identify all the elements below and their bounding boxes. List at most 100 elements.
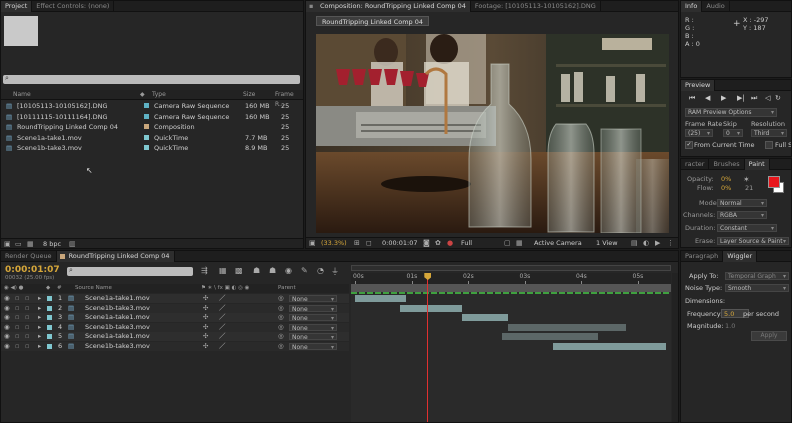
next-frame-icon[interactable]: ▶| <box>737 94 745 102</box>
layer-label-color-icon[interactable] <box>47 305 52 311</box>
loop-icon[interactable]: ↻ <box>775 94 781 102</box>
magnitude-value[interactable]: 1.0 <box>725 322 735 330</box>
snapshot-icon[interactable]: ◙ <box>423 239 430 247</box>
views-dropdown[interactable]: 1 View <box>596 239 618 247</box>
pickwhip-icon[interactable]: ◎ <box>278 332 284 341</box>
solo-icon[interactable]: ▫ <box>25 313 29 322</box>
camera-dropdown[interactable]: Active Camera <box>534 239 582 247</box>
skip-dropdown[interactable]: 0 <box>723 129 743 137</box>
audio-icon[interactable]: ▫ <box>15 304 19 313</box>
channels-dropdown[interactable]: RGBA <box>717 211 767 219</box>
region-icon[interactable]: ▢ <box>504 239 511 247</box>
audio-icon[interactable]: ▫ <box>15 294 19 303</box>
reset-exposure-icon[interactable]: ◐ <box>643 239 649 247</box>
from-current-time-checkbox[interactable]: ✓ <box>685 141 693 149</box>
solo-icon[interactable]: ▫ <box>25 342 29 351</box>
quality-switch-icon[interactable]: ／ <box>219 323 226 332</box>
timeline-search-input[interactable]: ⌕ <box>67 266 193 276</box>
visibility-icon[interactable]: ◉ <box>4 342 10 351</box>
interpret-footage-icon[interactable]: ▣ <box>4 240 11 248</box>
graph-editor-icon[interactable]: ◔ <box>317 266 324 275</box>
parent-dropdown[interactable]: None <box>289 333 337 340</box>
expand-icon[interactable]: ▸ <box>38 332 41 341</box>
layer-row[interactable]: ◉ ▫ ▫ ▸ 3 ▤ Scene1a-take1.mov ✣ ／ ◎ None <box>1 313 349 322</box>
mask-icon[interactable]: ◻ <box>366 239 372 247</box>
timeline-scrollbar[interactable] <box>672 273 678 422</box>
col-name[interactable]: Name <box>13 90 31 100</box>
flowchart-icon[interactable]: ⋮ <box>667 239 674 247</box>
pickwhip-icon[interactable]: ◎ <box>278 323 284 332</box>
viewer-timecode[interactable]: 0:00:01:07 <box>382 239 418 247</box>
parent-dropdown[interactable]: None <box>289 342 337 350</box>
apply-button[interactable]: Apply <box>751 331 787 341</box>
shy-switch-icon[interactable]: ✣ <box>203 342 208 351</box>
layer-duration-bar[interactable] <box>400 304 463 312</box>
comp-name-tab[interactable]: RoundTripping Linked Comp 04 <box>316 16 430 26</box>
expand-icon[interactable]: ▸ <box>38 304 41 313</box>
tab-composition[interactable]: ▪ Composition: RoundTripping Linked Comp… <box>306 1 471 12</box>
prev-frame-icon[interactable]: ◀ <box>705 94 710 102</box>
tab-footage[interactable]: Footage: [10105113-10105162].DNG <box>471 1 601 12</box>
parent-dropdown[interactable]: None <box>289 314 337 321</box>
project-item[interactable]: ▤ Scene1a-take1.mov QuickTime 7.7 MB 25 <box>3 133 301 143</box>
expand-icon[interactable]: ▸ <box>38 294 41 303</box>
audio-icon[interactable]: ▫ <box>15 313 19 322</box>
layer-row[interactable]: ◉ ▫ ▫ ▸ 5 ▤ Scene1a-take1.mov ✣ ／ ◎ None <box>1 332 349 341</box>
layer-duration-bar[interactable] <box>355 295 406 302</box>
tab-preview[interactable]: Preview <box>681 80 716 91</box>
hide-shy-icon[interactable]: ☗ <box>253 266 260 275</box>
layer-label-color-icon[interactable] <box>47 315 52 320</box>
layer-duration-bar[interactable] <box>552 342 666 350</box>
resolution-preview-dropdown[interactable]: Third <box>751 129 787 137</box>
auto-keyframe-icon[interactable]: ⏚ <box>331 266 339 277</box>
visibility-icon[interactable]: ◉ <box>4 304 10 313</box>
layer-label-color-icon[interactable] <box>47 343 52 349</box>
tab-wiggler[interactable]: Wiggler <box>723 251 758 262</box>
pickwhip-icon[interactable]: ◎ <box>278 294 284 303</box>
always-preview-icon[interactable]: ▣ <box>309 239 316 247</box>
expand-icon[interactable]: ▸ <box>38 342 41 351</box>
foreground-color-swatch[interactable] <box>768 176 780 188</box>
play-icon[interactable]: ▶ <box>721 94 726 102</box>
shy-switch-icon[interactable]: ✣ <box>203 294 208 303</box>
shy-switch-icon[interactable]: ✣ <box>203 332 208 341</box>
track-area[interactable] <box>351 294 671 422</box>
resolution-dropdown[interactable]: Full <box>461 239 472 247</box>
parent-dropdown[interactable]: None <box>289 304 337 312</box>
tab-paint[interactable]: Paint <box>744 159 770 170</box>
layer-row[interactable]: ◉ ▫ ▫ ▸ 6 ▤ Scene1b-take3.mov ✣ ／ ◎ None <box>1 341 349 351</box>
duration-dropdown[interactable]: Constant <box>717 224 777 232</box>
apply-to-dropdown[interactable]: Temporal Graph <box>725 272 789 280</box>
solo-icon[interactable]: ▫ <box>25 323 29 332</box>
draft-3d-icon[interactable]: ▩ <box>235 266 243 275</box>
tab-character[interactable]: racter <box>681 159 710 170</box>
layer-duration-bar[interactable] <box>462 314 508 321</box>
lock-icon[interactable]: ▪ <box>309 1 313 12</box>
playhead[interactable] <box>424 273 432 422</box>
audio-icon[interactable]: ▫ <box>15 323 19 332</box>
transparency-icon[interactable]: ▦ <box>516 239 523 247</box>
expand-icon[interactable]: ▸ <box>38 313 41 322</box>
parent-dropdown[interactable]: None <box>289 323 337 331</box>
layer-label-color-icon[interactable] <box>47 324 52 330</box>
tab-paragraph[interactable]: Paragraph <box>681 251 724 262</box>
layer-row[interactable]: ◉ ▫ ▫ ▸ 4 ▤ Scene1b-take3.mov ✣ ／ ◎ None <box>1 322 349 332</box>
col-source-name[interactable]: Source Name <box>75 284 112 293</box>
layer-row[interactable]: ◉ ▫ ▫ ▸ 1 ▤ Scene1a-take1.mov ✣ ／ ◎ None <box>1 294 349 303</box>
flow-value[interactable]: 0% <box>721 184 731 192</box>
mode-dropdown[interactable]: Normal <box>717 199 767 207</box>
col-type[interactable]: Type <box>152 90 166 100</box>
quality-switch-icon[interactable]: ／ <box>219 332 226 341</box>
col-size[interactable]: Size <box>243 90 255 100</box>
work-area-bar[interactable] <box>351 284 671 292</box>
expand-icon[interactable]: ▸ <box>38 323 41 332</box>
shy-switch-icon[interactable]: ✣ <box>203 323 208 332</box>
quality-switch-icon[interactable]: ／ <box>219 313 226 322</box>
pickwhip-icon[interactable]: ◎ <box>278 342 284 351</box>
layer-label-color-icon[interactable] <box>47 334 52 339</box>
tab-render-queue[interactable]: Render Queue <box>1 251 57 262</box>
quality-switch-icon[interactable]: ／ <box>219 294 226 303</box>
ram-preview-options-dropdown[interactable]: RAM Preview Options <box>685 108 777 117</box>
quality-switch-icon[interactable]: ／ <box>219 342 226 351</box>
solo-icon[interactable]: ▫ <box>25 332 29 341</box>
